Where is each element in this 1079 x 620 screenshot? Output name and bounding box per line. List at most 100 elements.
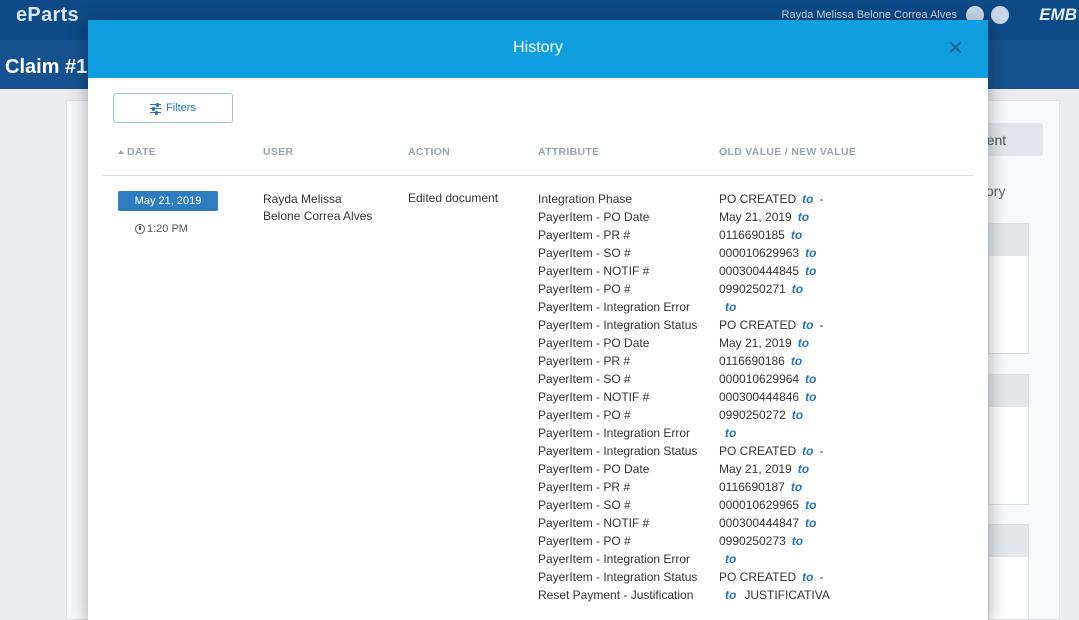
old-value: PO CREATED [719,192,797,206]
to-label: to [797,336,810,350]
old-value: 000300444845 [719,264,800,278]
new-value: - [819,318,824,332]
value-change-row: to [719,298,879,316]
action-cell: Edited document [408,191,499,205]
value-change-row: 000300444845 to [719,262,879,280]
attribute-item: PayerItem - SO # [538,498,631,512]
old-value: May 21, 2019 [719,210,792,224]
to-label: to [802,192,814,206]
column-header-action[interactable]: ACTION [408,146,450,158]
attribute-item: PayerItem - NOTIF # [538,264,650,278]
new-value: - [819,192,824,206]
new-value: - [819,570,824,584]
attribute-item: PayerItem - SO # [538,372,631,386]
user-cell: Rayda Melissa Belone Correa Alves [263,192,373,223]
close-icon[interactable]: × [948,34,963,60]
to-label: to [797,210,810,224]
modal-header: History × [88,20,988,78]
attribute-item: Reset Payment - Justification [538,588,694,602]
value-change-row: to [719,550,879,568]
attribute-item: PayerItem - PO Date [538,462,650,476]
column-header-date[interactable]: DATE [118,146,156,158]
to-label: to [805,246,817,260]
to-label: to [805,516,817,530]
value-change-row: PO CREATED to - [719,442,879,460]
modal-title: History [513,39,563,56]
old-value: May 21, 2019 [719,462,792,476]
filters-button[interactable]: Filters [113,93,233,123]
column-header-attribute[interactable]: ATTRIBUTE [538,146,599,158]
value-change-row: 000300444846 to [719,388,879,406]
old-value: 0116690185 [719,228,785,242]
value-change-row: 0116690185 to [719,226,879,244]
old-value: 0116690187 [719,480,785,494]
new-value: JUSTIFICATIVA [744,588,830,602]
to-label: to [797,462,810,476]
to-label: to [790,354,803,368]
attribute-item: PayerItem - Integration Status [538,318,698,332]
value-change-row: 0116690187 to [719,478,879,496]
value-change-row: PO CREATED to - [719,568,879,586]
attribute-item: PayerItem - Integration Error [538,552,691,566]
attribute-item: PayerItem - PO Date [538,210,650,224]
to-label: to [802,444,814,458]
old-value: 0990250273 [719,534,786,548]
attribute-list: Integration Phase PayerItem - PO Date Paye… [538,190,718,604]
old-value: 000010629965 [719,498,800,512]
to-label: to [802,570,814,584]
sliders-icon [150,102,162,115]
attribute-item: PayerItem - PR # [538,228,631,242]
to-label: to [802,318,814,332]
value-change-row: 000010629965 to [719,496,879,514]
old-value: PO CREATED [719,444,797,458]
value-change-row: May 21, 2019 to [719,334,879,352]
to-label: to [791,408,804,422]
attribute-item: PayerItem - PR # [538,354,631,368]
to-label: to [805,264,817,278]
old-value: May 21, 2019 [719,336,792,350]
old-value: 0990250272 [719,408,786,422]
history-modal: History × Filters DATE USER ACTION ATTRI… [88,20,988,620]
to-label: to [791,534,804,548]
old-value: 000010629963 [719,246,800,260]
column-header-values[interactable]: OLD VALUE / NEW VALUE [719,146,856,158]
to-label: to [725,426,737,440]
value-change-row: PO CREATED to - [719,316,879,334]
attribute-item: PayerItem - Integration Error [538,300,691,314]
column-header-user[interactable]: USER [263,146,293,158]
attribute-item: PayerItem - PO # [538,408,631,422]
value-list: PO CREATED to - May 21, 2019 to 0116690185 to 0… [719,190,879,604]
to-label: to [725,588,737,602]
time-label: 1:20 PM [147,223,188,235]
new-value: - [819,444,824,458]
value-change-row: to JUSTIFICATIVA [719,586,879,604]
old-value: PO CREATED [719,570,797,584]
value-change-row: 0990250273 to [719,532,879,550]
attribute-item: PayerItem - PO # [538,534,631,548]
to-label: to [805,372,817,386]
old-value: 000300444846 [719,390,800,404]
value-change-row: 0990250272 to [719,406,879,424]
attribute-item: PayerItem - SO # [538,246,631,260]
to-label: to [791,282,804,296]
value-change-row: 0116690186 to [719,352,879,370]
old-value: 0990250271 [719,282,786,296]
attribute-item: PayerItem - NOTIF # [538,516,650,530]
value-change-row: 0990250271 to [719,280,879,298]
attribute-item: PayerItem - PO # [538,282,631,296]
attribute-item: Integration Phase [538,192,633,206]
to-label: to [790,228,803,242]
date-badge: May 21, 2019 [118,191,218,211]
clock-icon [135,224,145,234]
value-change-row: to [719,424,879,442]
old-value: 0116690186 [719,354,785,368]
value-change-row: 000300444847 to [719,514,879,532]
sort-up-icon [118,150,124,154]
attribute-item: PayerItem - Integration Status [538,444,698,458]
old-value: 000300444847 [719,516,800,530]
to-label: to [725,300,737,314]
attribute-item: PayerItem - PO Date [538,336,650,350]
time-stamp: 1:20 PM [135,223,188,235]
attribute-item: PayerItem - PR # [538,480,631,494]
value-change-row: 000010629964 to [719,370,879,388]
